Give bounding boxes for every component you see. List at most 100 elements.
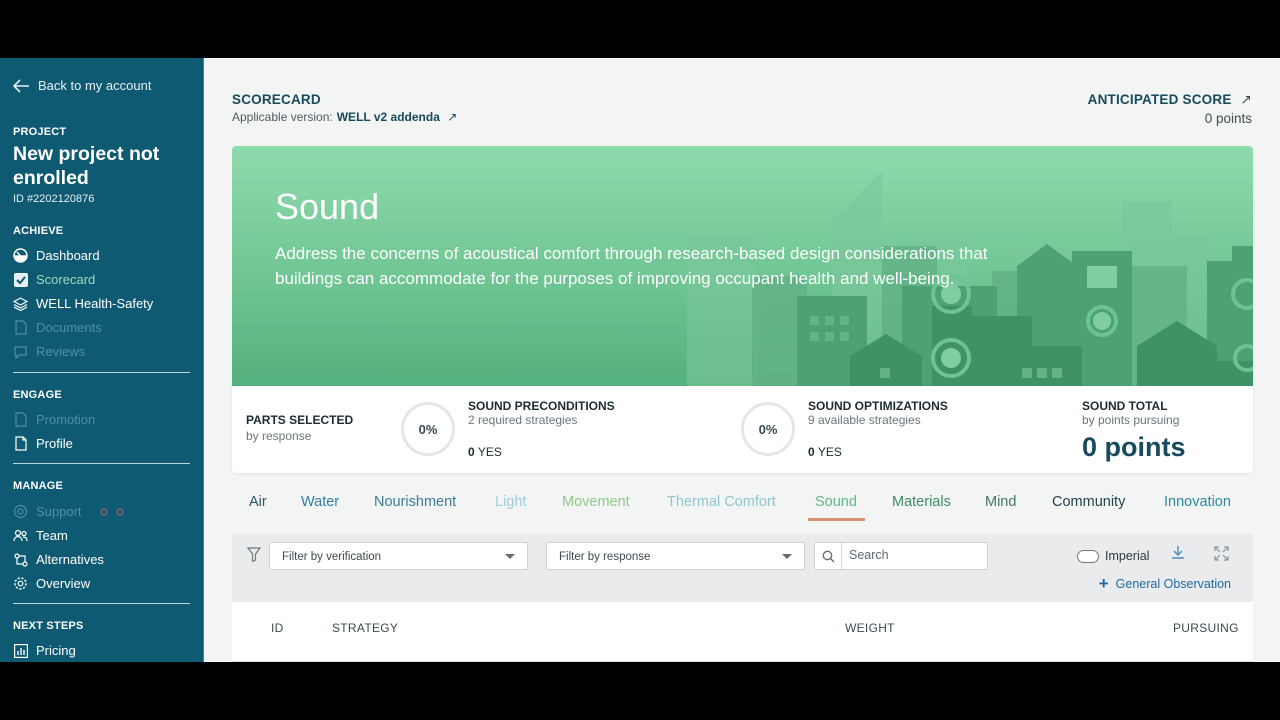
sidebar: Back to my account PROJECT New project n… [0, 58, 204, 662]
expand-icon[interactable] [1214, 546, 1229, 566]
sidebar-item-overview[interactable]: Overview [13, 576, 90, 591]
sidebar-item-label: Alternatives [36, 552, 104, 567]
tab-movement[interactable]: Movement [562, 494, 630, 510]
optimizations-progress-ring: 0% [741, 402, 795, 456]
document-icon [13, 320, 28, 335]
preconditions-sub: 2 required strategies [468, 413, 578, 427]
sidebar-item-label: Dashboard [36, 248, 100, 263]
search-box [814, 542, 988, 570]
filter-verification-select[interactable]: Filter by verification [269, 542, 528, 570]
column-header-id[interactable]: ID [271, 621, 284, 635]
sidebar-item-dashboard[interactable]: Dashboard [13, 248, 100, 263]
tab-water[interactable]: Water [301, 494, 339, 510]
search-icon[interactable] [815, 543, 842, 569]
concept-title: Sound [275, 186, 380, 227]
filter-icon[interactable] [246, 547, 262, 567]
layers-icon [13, 296, 28, 311]
project-section-heading: PROJECT [13, 126, 67, 138]
sidebar-divider [13, 463, 190, 464]
optimizations-sub: 9 available strategies [808, 413, 921, 427]
tab-nourishment[interactable]: Nourishment [374, 494, 456, 510]
arrow-left-icon [13, 78, 29, 93]
team-icon [13, 528, 28, 543]
sidebar-item-well-health-safety[interactable]: WELL Health-Safety [13, 296, 153, 311]
sidebar-item-scorecard[interactable]: Scorecard [13, 272, 95, 287]
chevron-down-icon [782, 554, 792, 559]
sidebar-item-support[interactable]: Support [13, 504, 124, 519]
concept-tabs: Air Water Nourishment Light Movement The… [232, 486, 1253, 522]
engage-heading: ENGAGE [13, 389, 62, 401]
sidebar-item-label: Documents [36, 320, 102, 335]
filter-bar: Filter by verification Filter by respons… [232, 534, 1253, 602]
preconditions-heading: SOUND PRECONDITIONS [468, 399, 615, 413]
sidebar-item-team[interactable]: Team [13, 528, 68, 543]
checkbox-checked-icon [13, 272, 28, 287]
general-observation-label: General Observation [1115, 577, 1231, 591]
download-icon[interactable] [1171, 545, 1185, 565]
optimizations-yes: 0 YES [808, 445, 842, 459]
alternatives-icon [13, 552, 28, 567]
optimizations-heading: SOUND OPTIMIZATIONS [808, 399, 948, 413]
tab-thermal-comfort[interactable]: Thermal Comfort [667, 494, 776, 510]
sidebar-item-promotion[interactable]: Promotion [13, 412, 95, 427]
column-header-strategy[interactable]: STRATEGY [332, 621, 398, 635]
lifebuoy-icon [13, 504, 28, 519]
total-heading: SOUND TOTAL [1082, 399, 1168, 413]
search-input[interactable] [849, 548, 979, 562]
achieve-heading: ACHIEVE [13, 225, 64, 237]
sidebar-item-alternatives[interactable]: Alternatives [13, 552, 104, 567]
anticipated-score-title: ANTICIPATED SCORE [1087, 92, 1232, 107]
tab-community[interactable]: Community [1052, 494, 1125, 510]
tab-light[interactable]: Light [495, 494, 526, 510]
anticipated-score-link[interactable]: ANTICIPATED SCORE ↗ [1088, 92, 1252, 108]
preconditions-yes: 0 YES [468, 445, 502, 459]
concept-banner: Sound Address the concerns of acoustical… [232, 146, 1253, 386]
select-value: Filter by verification [282, 551, 382, 563]
manage-heading: MANAGE [13, 480, 64, 492]
sidebar-item-label: Profile [36, 436, 73, 451]
parts-selected-heading: PARTS SELECTED [246, 413, 354, 427]
sidebar-item-pricing[interactable]: Pricing [13, 643, 76, 658]
main-content: SCORECARD Applicable version: WELL v2 add… [205, 58, 1280, 662]
toggle-switch[interactable] [1077, 549, 1099, 563]
tab-mind[interactable]: Mind [985, 494, 1016, 510]
filter-response-select[interactable]: Filter by response [546, 542, 805, 570]
version-link[interactable]: WELL v2 addenda [337, 110, 440, 124]
sidebar-item-label: Pricing [36, 643, 76, 658]
external-link-icon: ↗ [1240, 92, 1252, 107]
yes-count: 0 [808, 445, 815, 459]
select-value: Filter by response [559, 551, 651, 563]
applicable-version: Applicable version: WELL v2 addenda ↗ [232, 110, 457, 124]
sidebar-item-profile[interactable]: Profile [13, 436, 73, 451]
gear-icon [13, 576, 28, 591]
document-icon [13, 436, 28, 451]
parts-selected-sub: by response [246, 429, 312, 443]
column-header-weight[interactable]: WEIGHT [845, 621, 895, 635]
column-header-pursuing[interactable]: PURSUING [1173, 621, 1239, 635]
back-to-account-link[interactable]: Back to my account [13, 78, 151, 93]
version-label: Applicable version: [232, 110, 333, 124]
sidebar-item-documents[interactable]: Documents [13, 320, 102, 335]
sidebar-item-reviews[interactable]: Reviews [13, 344, 85, 359]
plus-icon: + [1098, 574, 1109, 593]
tab-materials[interactable]: Materials [892, 494, 951, 510]
tab-sound[interactable]: Sound [815, 494, 857, 510]
external-link-icon[interactable]: ↗ [447, 110, 457, 124]
general-observation-button[interactable]: + General Observation [1098, 574, 1231, 593]
strategy-table-header: ID STRATEGY WEIGHT PURSUING [232, 602, 1253, 662]
units-label: Imperial [1105, 549, 1150, 563]
status-dots [99, 507, 124, 516]
sidebar-item-label: Support [36, 504, 82, 519]
sidebar-divider [13, 372, 190, 373]
tab-innovation[interactable]: Innovation [1164, 494, 1231, 510]
page-title: SCORECARD [232, 92, 321, 107]
anticipated-score-points: 0 points [1204, 111, 1252, 126]
units-toggle[interactable]: Imperial [1077, 549, 1149, 563]
app-screen: Back to my account PROJECT New project n… [0, 58, 1280, 662]
chevron-down-icon [505, 554, 515, 559]
sidebar-item-label: Team [36, 528, 68, 543]
tab-air[interactable]: Air [249, 494, 267, 510]
yes-label: YES [817, 445, 842, 459]
back-label: Back to my account [38, 78, 152, 93]
sidebar-item-label: Scorecard [36, 272, 96, 287]
